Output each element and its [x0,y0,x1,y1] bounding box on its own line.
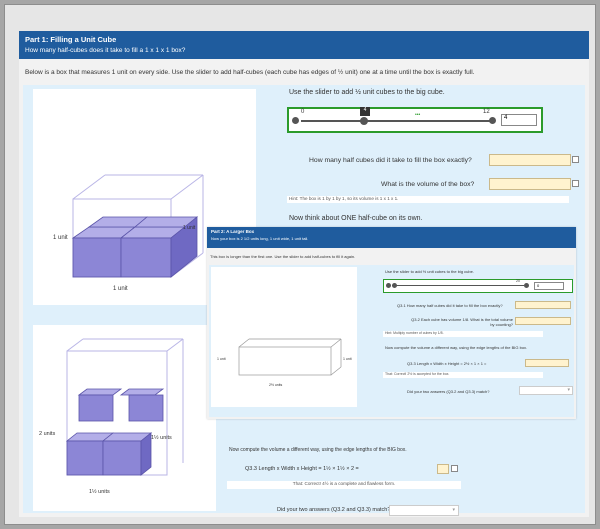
slider-plus-button[interactable] [489,117,496,124]
answer-half-cubes-input[interactable] [489,154,571,166]
part1-intro: Below is a box that measures 1 unit on e… [25,69,475,76]
answer-volume-check[interactable] [572,180,579,187]
bottom-correct-feedback: That: Correct! 4½ is a complete and flaw… [227,481,461,489]
part2-match-question: Did your two answers (Q3.2 and Q3.3) mat… [407,389,490,394]
chevron-down-icon: ▾ [567,387,570,393]
part1-header: Part 1: Filling a Unit Cube How many hal… [19,31,589,59]
part2-compute: Now compute the volume a different way, … [385,345,528,350]
half-cube-front-2 [120,237,172,278]
slider-min-label: 0 [301,109,305,115]
part2-formula: Q3.3 Length x Width x Height = 2½ × 1 × … [407,361,487,366]
part2-window: Part 2: A Larger Box Now your box is 2 1… [207,227,576,419]
answer-half-cubes-check[interactable] [572,156,579,163]
part2-slider-max: 20 [516,279,520,283]
question-half-cubes: How many half cubes did it take to fill … [309,157,472,164]
part2-slider-instruction: Use the slider to add ½ unit cubes to th… [385,269,474,274]
slider-track[interactable] [301,120,491,122]
part2-box-figure [238,338,342,376]
part2-q2: Q3.2 Each cube has volume 1/8. What is t… [411,317,513,327]
part2-title: Part 2: A Larger Box [211,229,255,234]
part2-label-right: 1 unit [343,357,352,361]
part1-subtitle: How many half-cubes does it take to fill… [25,47,186,54]
volume-hint: Hint: The box is 1 by 1 by 1, so its vol… [287,196,569,203]
prism-label-bottom: 1½ units [89,489,110,495]
bottom-formula: Q3.3 Length x Width x Height = 1½ × 1½ ×… [245,466,359,472]
part2-label-bottom: 2½ units [269,383,283,387]
part2-slider-track[interactable] [392,285,524,286]
part2-hint: Hint: Multiply number of cubes by 1/8. [383,331,543,337]
part2-q2-input[interactable] [515,317,571,325]
prism-cubes [65,388,165,476]
slider-dots: ••• [415,112,421,118]
part2-match-select[interactable]: ▾ [519,386,573,395]
slider-handle[interactable] [360,117,368,125]
prism-label-left: 2 units [39,431,56,437]
bottom-match-question: Did your two answers (Q3.2 and Q3.3) mat… [277,507,391,513]
answer-volume-input[interactable] [489,178,571,190]
slider-value-input[interactable]: 4 [501,114,537,126]
part2-box-canvas: 1 unit 1 unit 2½ units [211,267,357,407]
prism-figure [65,338,184,476]
part2-formula-input[interactable] [525,359,569,367]
part2-slider-value-input[interactable]: 0 [534,282,564,290]
part2-correct-feedback: That: Correct! 2½ is accepted for the bo… [383,372,543,378]
cube-label-right: 1 unit [183,225,196,231]
half-cubes [71,216,199,278]
bottom-formula-check[interactable] [451,465,458,472]
prism-label-right: 1½ units [151,435,172,441]
part2-q1: Q3.1 How many half cubes did it take to … [397,303,503,308]
part1-title: Part 1: Filling a Unit Cube [25,35,117,44]
part2-label-left: 1 unit [217,357,226,361]
part2-slider-minus-button[interactable] [386,283,391,288]
chevron-down-icon: ▾ [452,507,455,513]
cube-label-bottom: 1 unit [113,286,128,292]
prism-canvas: 2 units 1½ units 1½ units [33,325,216,511]
slider-max-label: 12 [483,109,490,115]
half-cube-front-1 [72,237,122,278]
bottom-compute-text: Now compute the volume a different way, … [229,447,407,453]
cube-label-left: 1 unit [53,235,68,241]
question-volume: What is the volume of the box? [381,181,475,188]
bottom-formula-input[interactable] [437,464,449,474]
slider-tooltip: 4 [360,107,370,116]
slider-instruction: Use the slider to add ½ unit cubes to th… [289,89,445,96]
part2-subtitle: Now your box is 2 1/2 units long, 1 unit… [211,236,309,241]
part2-q1-input[interactable] [515,301,571,309]
part2-intro: This box is longer than the first one. U… [210,254,356,259]
part2-slider-widget: 20 0 [383,279,573,293]
part2-panel: 1 unit 1 unit 2½ units Use the slider to… [209,265,574,417]
bottom-match-select[interactable]: ▾ [389,505,459,516]
slider-minus-button[interactable] [292,117,299,124]
cube-slider-widget: 4 0 12 ••• 4 [287,107,543,133]
think-half-cube-text: Now think about ONE half-cube on its own… [289,215,423,222]
part2-slider-plus-button[interactable] [524,283,529,288]
outer-frame: Part 1: Filling a Unit Cube How many hal… [4,4,596,525]
part2-header: Part 2: A Larger Box Now your box is 2 1… [207,227,576,248]
